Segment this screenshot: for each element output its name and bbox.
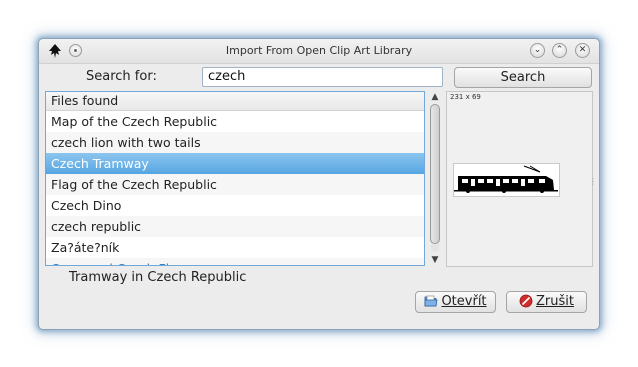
list-item[interactable]: czech republic bbox=[46, 216, 424, 237]
document-open-icon bbox=[425, 295, 438, 307]
close-button[interactable]: ✕ bbox=[575, 43, 590, 58]
scroll-thumb[interactable] bbox=[430, 104, 440, 244]
cancel-button[interactable]: Zrušit bbox=[506, 291, 587, 313]
search-input[interactable]: czech bbox=[202, 67, 443, 87]
scroll-down-icon[interactable]: ▼ bbox=[428, 254, 442, 266]
window-title: Import From Open Clip Art Library bbox=[225, 44, 413, 57]
preview-image bbox=[453, 163, 560, 197]
open-button[interactable]: Otevřít bbox=[415, 291, 496, 313]
title-bar: Import From Open Clip Art Library ⌄ ⌃ ✕ bbox=[39, 39, 599, 64]
search-label: Search for: bbox=[86, 69, 157, 84]
search-button[interactable]: Search bbox=[454, 67, 592, 88]
list-item[interactable]: Flag of the Czech Republic bbox=[46, 174, 424, 195]
list-item[interactable]: Za?áte?ník bbox=[46, 237, 424, 258]
minimize-icon: ⌄ bbox=[533, 45, 542, 55]
list-item[interactable]: Cross and Czech Flag bbox=[46, 258, 424, 265]
minimize-button[interactable]: ⌄ bbox=[530, 43, 545, 58]
preview-pane: 231 x 69 bbox=[446, 91, 593, 267]
preview-dimensions: 231 x 69 bbox=[450, 93, 481, 101]
list-item[interactable]: Czech Dino bbox=[46, 195, 424, 216]
scroll-up-icon[interactable]: ▲ bbox=[428, 91, 442, 103]
tram-silhouette-icon bbox=[454, 165, 558, 193]
files-list[interactable]: Files found Map of the Czech Republic cz… bbox=[45, 91, 425, 266]
resize-grip[interactable]: ⋮ bbox=[589, 178, 597, 186]
cancel-icon bbox=[519, 294, 533, 308]
maximize-icon: ⌃ bbox=[555, 45, 564, 55]
close-icon: ✕ bbox=[578, 45, 587, 55]
maximize-button[interactable]: ⌃ bbox=[552, 43, 567, 58]
files-list-header[interactable]: Files found bbox=[46, 92, 424, 111]
import-dialog: Import From Open Clip Art Library ⌄ ⌃ ✕ … bbox=[38, 38, 600, 330]
list-item[interactable]: czech lion with two tails bbox=[46, 132, 424, 153]
open-button-label: Otevřít bbox=[441, 294, 487, 309]
cancel-button-label: Zrušit bbox=[536, 294, 574, 309]
list-item-selected[interactable]: Czech Tramway bbox=[46, 153, 424, 174]
list-scrollbar[interactable]: ▲ ▼ bbox=[428, 91, 442, 266]
list-item[interactable]: Map of the Czech Republic bbox=[46, 111, 424, 132]
clipart-description: Tramway in Czech Republic bbox=[69, 270, 247, 285]
